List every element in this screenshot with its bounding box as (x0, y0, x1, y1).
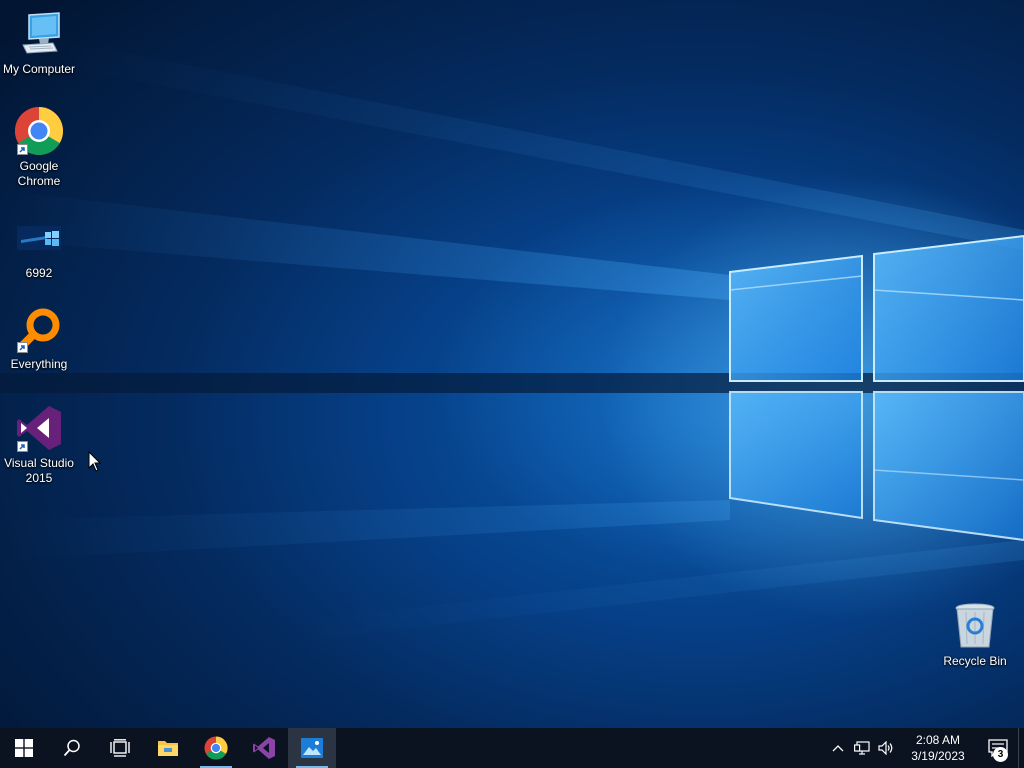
network-button[interactable] (850, 728, 874, 768)
search-button[interactable] (48, 728, 96, 768)
desktop-icon-google-chrome[interactable]: Google Chrome (1, 105, 77, 189)
shortcut-arrow-icon (17, 441, 28, 452)
desktop-icon-label: Everything (10, 357, 68, 371)
recycle-bin-icon (949, 600, 1001, 652)
show-hidden-icons-button[interactable] (826, 728, 850, 768)
desktop-icon-my-computer[interactable]: My Computer (1, 8, 77, 77)
desktop-icon-6992[interactable]: 6992 (1, 212, 77, 281)
notification-count-badge: 3 (993, 747, 1008, 762)
visual-studio-taskbar-button[interactable] (240, 728, 288, 768)
desktop-icon-label: Recycle Bin (943, 654, 1007, 668)
file-explorer-button[interactable] (144, 728, 192, 768)
search-icon (63, 739, 80, 757)
folder-icon (158, 741, 178, 756)
clock[interactable]: 2:08 AM 3/19/2023 (898, 728, 978, 768)
desktop-icon-label: My Computer (2, 62, 76, 76)
desktop-icon-label: Google Chrome (17, 159, 61, 188)
desktop-icon-label: Visual Studio 2015 (4, 456, 74, 485)
windows-logo-icon (15, 739, 33, 757)
desktop[interactable]: My Computer Google Chrome 6992 Everythin… (0, 0, 1024, 728)
clock-date: 3/19/2023 (911, 749, 965, 763)
photos-taskbar-button[interactable] (288, 728, 336, 768)
task-view-button[interactable] (96, 728, 144, 768)
wallpaper (0, 40, 1024, 640)
desktop-icon-label: 6992 (25, 266, 53, 280)
chevron-up-icon (832, 745, 844, 752)
chrome-taskbar-button[interactable] (192, 728, 240, 768)
mouse-cursor-icon (88, 451, 102, 472)
start-button[interactable] (0, 728, 48, 768)
visual-studio-icon (253, 737, 275, 759)
action-center-button[interactable]: 3 (978, 728, 1018, 768)
show-desktop-button[interactable] (1018, 728, 1024, 768)
volume-icon (878, 741, 893, 755)
visual-studio-icon (13, 402, 65, 454)
computer-icon (13, 8, 65, 60)
task-view-icon (110, 739, 130, 757)
shortcut-arrow-icon (17, 342, 28, 353)
everything-search-icon (13, 303, 65, 355)
clock-time: 2:08 AM (915, 733, 961, 747)
desktop-icon-recycle-bin[interactable]: Recycle Bin (937, 600, 1013, 669)
taskbar: 2:08 AM 3/19/2023 3 (0, 728, 1024, 768)
desktop-icon-visual-studio-2015[interactable]: Visual Studio 2015 (1, 402, 77, 486)
chrome-icon (13, 105, 65, 157)
volume-button[interactable] (874, 728, 898, 768)
desktop-icon-everything[interactable]: Everything (1, 303, 77, 372)
system-tray: 2:08 AM 3/19/2023 3 (826, 728, 1024, 768)
chrome-icon (204, 736, 228, 760)
network-icon (854, 741, 870, 755)
photos-icon (301, 738, 323, 758)
shortcut-arrow-icon (17, 144, 28, 155)
image-file-icon (13, 212, 65, 264)
